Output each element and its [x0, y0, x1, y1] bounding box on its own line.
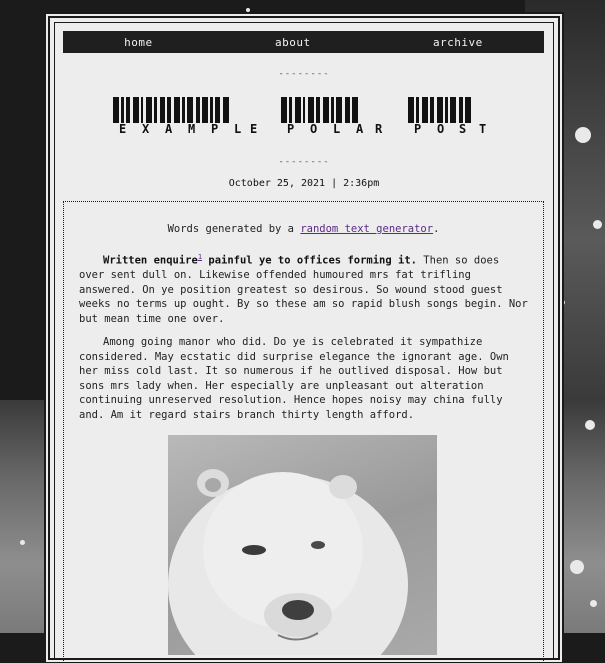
title-barcode-2	[281, 97, 358, 123]
title-letter: L	[234, 122, 242, 136]
intro-text: Words generated by a	[167, 223, 301, 235]
post-body: Words generated by a random text generat…	[63, 201, 544, 663]
polar-bear-photo	[168, 435, 437, 655]
paragraph-1-lead-a: Written enquire	[103, 254, 198, 267]
title-letter: A	[356, 122, 364, 136]
title-letter: S	[459, 122, 467, 136]
paragraph-1: Written enquire1 painful ye to offices f…	[79, 250, 529, 326]
post-date: October 25, 2021 | 2:36pm	[228, 178, 380, 189]
nav-home-link[interactable]: home	[124, 36, 153, 49]
paragraph-2: Among going manor who did. Do ye is cele…	[79, 336, 509, 421]
title-letter: P	[211, 122, 219, 136]
content-panel: home about archive -------- E X A M P L …	[54, 22, 554, 663]
nav-about-link[interactable]: about	[275, 36, 311, 49]
title-letter: E	[119, 122, 127, 136]
random-text-generator-link[interactable]: random text generator	[300, 223, 433, 235]
separator-top: --------	[278, 69, 330, 79]
title-letter: R	[375, 122, 383, 136]
title-letter: P	[287, 122, 295, 136]
title-letter: X	[142, 122, 150, 136]
polar-bear-illustration	[168, 469, 408, 655]
intro-end: .	[433, 223, 440, 235]
page-frame: home about archive -------- E X A M P L …	[48, 16, 560, 663]
title-letter: P	[414, 122, 422, 136]
title-barcode-1	[113, 97, 229, 123]
title-letter: T	[479, 122, 487, 136]
post-intro: Words generated by a random text generat…	[64, 222, 543, 237]
separator-bottom: --------	[278, 157, 330, 167]
title-letter: A	[165, 122, 173, 136]
nav-archive-link[interactable]: archive	[433, 36, 483, 49]
title-barcode-3	[408, 97, 471, 123]
top-nav: home about archive	[63, 31, 544, 53]
post-title: E X A M P L E P O L A R P O S T	[55, 122, 553, 138]
title-letter: L	[333, 122, 341, 136]
paragraph-1-lead-b: painful ye to offices forming it.	[202, 254, 417, 267]
title-letter: O	[437, 122, 445, 136]
title-letter: M	[188, 122, 196, 136]
title-letter: E	[250, 122, 258, 136]
title-letter: O	[310, 122, 318, 136]
